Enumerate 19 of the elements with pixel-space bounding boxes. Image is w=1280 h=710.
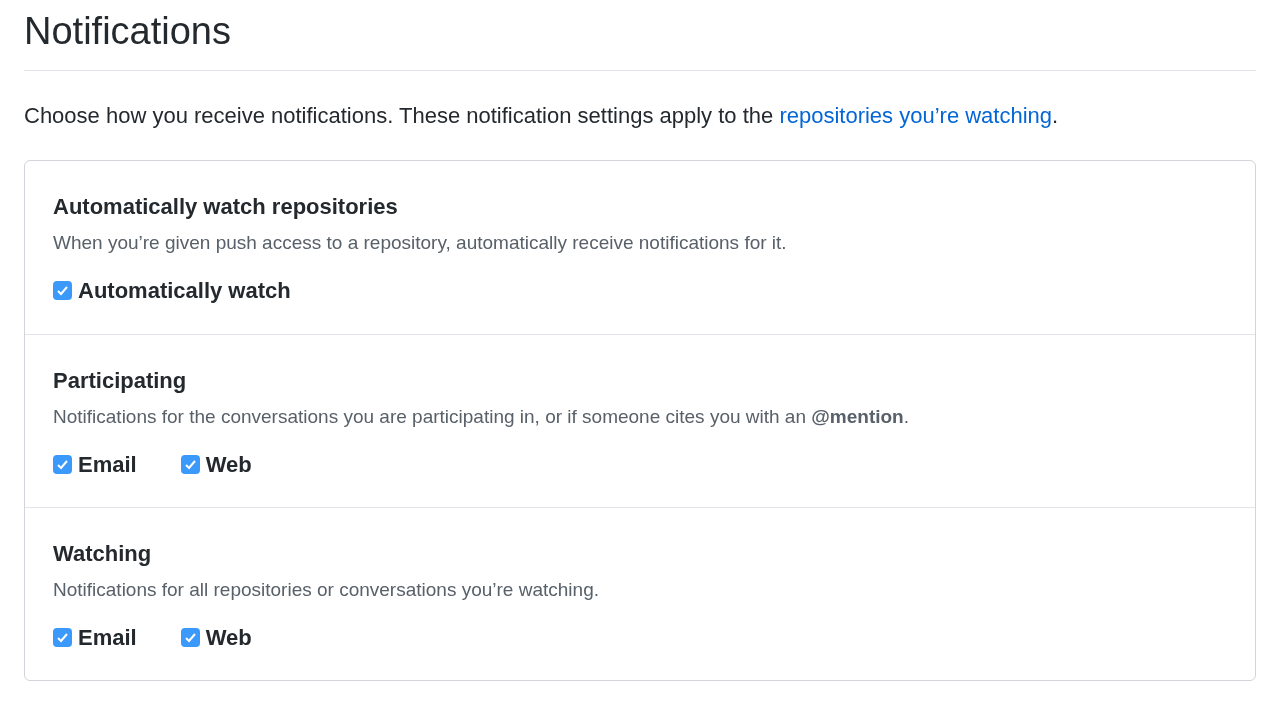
- section-heading: Watching: [53, 540, 152, 568]
- checkbox-label: Email: [78, 450, 137, 479]
- page-title: Notifications: [24, 0, 231, 71]
- checkbox[interactable]: [53, 627, 72, 647]
- repositories-link[interactable]: repositories you’re watching: [779, 103, 1053, 128]
- checkbox[interactable]: [180, 454, 200, 474]
- intro-text: Choose how you receive notifications. These notification settings apply to the repositories you’re watching.: [24, 102, 1060, 130]
- checkbox[interactable]: [53, 280, 72, 300]
- section-heading: Automatically watch repositories: [53, 193, 398, 221]
- section-description: Notifications for all repositories or conversations you’re watching.: [53, 578, 599, 602]
- checkbox-label: Web: [205, 623, 252, 652]
- section-description: When you’re given push access to a repository, automatically receive notifications for it.: [53, 231, 787, 255]
- checkbox-label: Web: [205, 450, 252, 479]
- checkbox-label: Email: [78, 623, 137, 652]
- checkbox[interactable]: [180, 627, 200, 647]
- checkbox[interactable]: [53, 454, 72, 474]
- checkbox-label: Automatically watch: [78, 276, 291, 305]
- section-heading: Participating: [53, 367, 187, 395]
- section-description: Notifications for the conversations you are participating in, or if someone cites you with an @mention.: [53, 405, 909, 429]
